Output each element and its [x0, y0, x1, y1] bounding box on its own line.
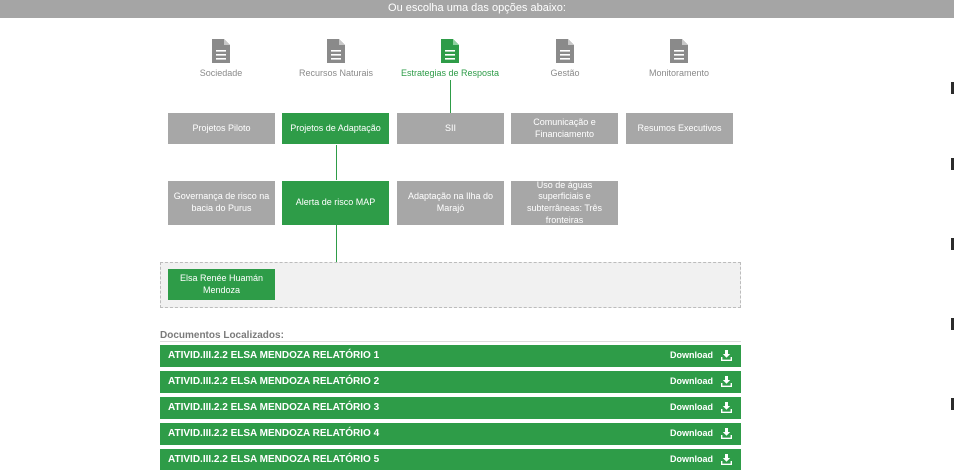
category-monitoramento[interactable]: Monitoramento: [619, 38, 739, 78]
project-alerta-de-risco-map[interactable]: Alerta de risco MAP: [282, 181, 389, 225]
project-label: Alerta de risco MAP: [295, 197, 376, 208]
person-label: Elsa Renée Huamán Mendoza: [179, 272, 264, 295]
download-link[interactable]: Download: [670, 402, 713, 412]
connector-line: [336, 145, 337, 180]
download-link[interactable]: Download: [670, 376, 713, 386]
subcategory-projetos-piloto[interactable]: Projetos Piloto: [168, 113, 275, 144]
project-label: Adaptação na Ilha do Marajó: [407, 191, 494, 213]
document-icon: [556, 39, 574, 63]
category-label: Monitoramento: [648, 68, 710, 78]
documents-divider: [160, 341, 741, 342]
category-sociedade[interactable]: Sociedade: [161, 38, 281, 78]
document-row[interactable]: ATIVID.III.2.2 ELSA MENDOZA RELATÓRIO 3 …: [160, 397, 741, 419]
document-icon: [441, 39, 459, 63]
project-label: Governança de risco na bacia do Purus: [173, 191, 270, 213]
documents-heading: Documentos Localizados:: [160, 330, 284, 341]
document-icon: [670, 39, 688, 63]
document-title: ATIVID.III.2.2 ELSA MENDOZA RELATÓRIO 1: [168, 350, 380, 361]
download-icon[interactable]: [721, 350, 732, 361]
download-icon[interactable]: [721, 454, 732, 465]
person-chip[interactable]: Elsa Renée Huamán Mendoza: [168, 269, 275, 300]
connector-line: [450, 80, 451, 113]
document-icon: [212, 39, 230, 63]
connector-line: [336, 225, 337, 262]
document-title: ATIVID.III.2.2 ELSA MENDOZA RELATÓRIO 5: [168, 454, 380, 465]
download-icon[interactable]: [721, 376, 732, 387]
page: Ou escolha uma das opções abaixo: Socied…: [0, 0, 954, 470]
document-row[interactable]: ATIVID.III.2.2 ELSA MENDOZA RELATÓRIO 4 …: [160, 423, 741, 445]
project-adaptacao-marajo[interactable]: Adaptação na Ilha do Marajó: [397, 181, 504, 225]
subcategory-comunicacao-e-financiamento[interactable]: Comunicação e Financiamento: [511, 113, 618, 144]
subcategory-resumos-executivos[interactable]: Resumos Executivos: [626, 113, 733, 144]
document-title: ATIVID.III.2.2 ELSA MENDOZA RELATÓRIO 3: [168, 402, 380, 413]
document-row[interactable]: ATIVID.III.2.2 ELSA MENDOZA RELATÓRIO 1 …: [160, 345, 741, 367]
download-link[interactable]: Download: [670, 350, 713, 360]
subcategory-label: Projetos de Adaptação: [290, 122, 381, 133]
document-icon: [327, 39, 345, 63]
project-governanca-purus[interactable]: Governança de risco na bacia do Purus: [168, 181, 275, 225]
download-link[interactable]: Download: [670, 454, 713, 464]
subcategory-label: Resumos Executivos: [637, 122, 722, 133]
category-label: Estrategias de Resposta: [400, 68, 500, 78]
document-row[interactable]: ATIVID.III.2.2 ELSA MENDOZA RELATÓRIO 5 …: [160, 449, 741, 470]
options-prompt-bar: Ou escolha uma das opções abaixo:: [0, 0, 954, 18]
document-title: ATIVID.III.2.2 ELSA MENDOZA RELATÓRIO 4: [168, 428, 380, 439]
project-label: Uso de águas superficiais e subterrâneas…: [526, 179, 603, 225]
category-gestao[interactable]: Gestão: [505, 38, 625, 78]
document-row[interactable]: ATIVID.III.2.2 ELSA MENDOZA RELATÓRIO 2 …: [160, 371, 741, 393]
category-label: Recursos Naturais: [298, 68, 374, 78]
download-icon[interactable]: [721, 402, 732, 413]
subcategory-label: Projetos Piloto: [192, 122, 251, 133]
page-edge-marks: [948, 0, 954, 470]
category-recursos-naturais[interactable]: Recursos Naturais: [276, 38, 396, 78]
project-uso-de-aguas[interactable]: Uso de águas superficiais e subterrâneas…: [511, 179, 618, 225]
download-icon[interactable]: [721, 428, 732, 439]
category-estrategias-de-resposta[interactable]: Estrategias de Resposta: [390, 38, 510, 78]
subcategory-label: SII: [444, 122, 456, 133]
subcategory-label: Comunicação e Financiamento: [533, 116, 596, 139]
subcategory-projetos-de-adaptacao[interactable]: Projetos de Adaptação: [282, 113, 389, 144]
category-label: Sociedade: [199, 68, 243, 78]
document-title: ATIVID.III.2.2 ELSA MENDOZA RELATÓRIO 2: [168, 376, 380, 387]
download-link[interactable]: Download: [670, 428, 713, 438]
options-prompt-text: Ou escolha uma das opções abaixo:: [388, 2, 566, 14]
subcategory-sii[interactable]: SII: [397, 113, 504, 144]
category-label: Gestão: [550, 68, 580, 78]
